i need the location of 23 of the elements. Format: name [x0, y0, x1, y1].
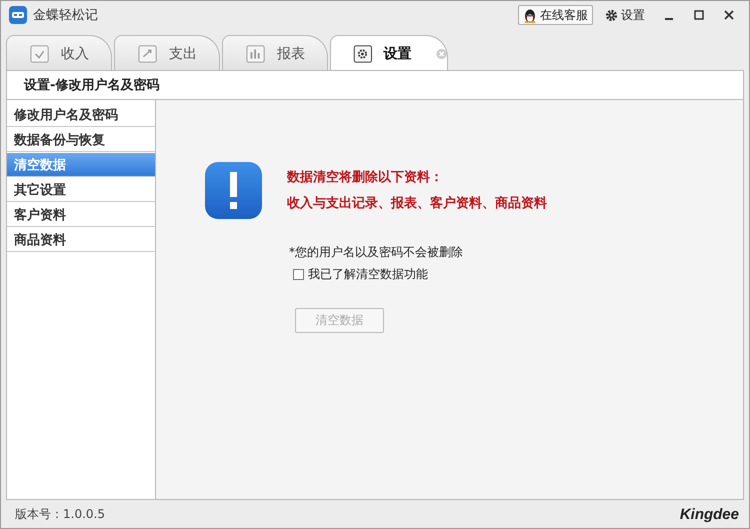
tab[interactable]: 支出 — [114, 35, 220, 71]
tab[interactable]: 设置 — [330, 35, 448, 71]
penguin-icon — [523, 8, 537, 22]
gear-icon — [353, 44, 374, 64]
check-icon — [29, 44, 51, 64]
gear-icon — [605, 8, 618, 22]
support-button[interactable]: 在线客服 — [518, 5, 593, 25]
bar-chart-icon — [245, 44, 267, 64]
window-title: 金蝶轻松记 — [33, 7, 99, 24]
settings-button[interactable]: 设置 — [599, 5, 651, 25]
tab[interactable]: 收入 — [6, 35, 112, 71]
exclamation-icon — [205, 162, 262, 219]
warning-text: 数据清空将删除以下资料： — [287, 168, 444, 186]
minimize-icon — [664, 18, 674, 20]
tab[interactable]: 报表 — [222, 35, 328, 71]
brand-logo: Kingdee — [680, 506, 739, 522]
app-logo-icon — [9, 6, 27, 24]
close-icon — [724, 10, 734, 20]
confirm-checkbox[interactable]: 我已了解清空数据功能 — [293, 266, 743, 283]
note-text: *您的用户名以及密码不会被删除 — [289, 244, 464, 261]
maximize-icon — [694, 10, 704, 20]
warning-text: 收入与支出记录、报表、客户资料、商品资料 — [287, 194, 547, 212]
version-text: 版本号：1.0.0.5 — [15, 506, 105, 522]
